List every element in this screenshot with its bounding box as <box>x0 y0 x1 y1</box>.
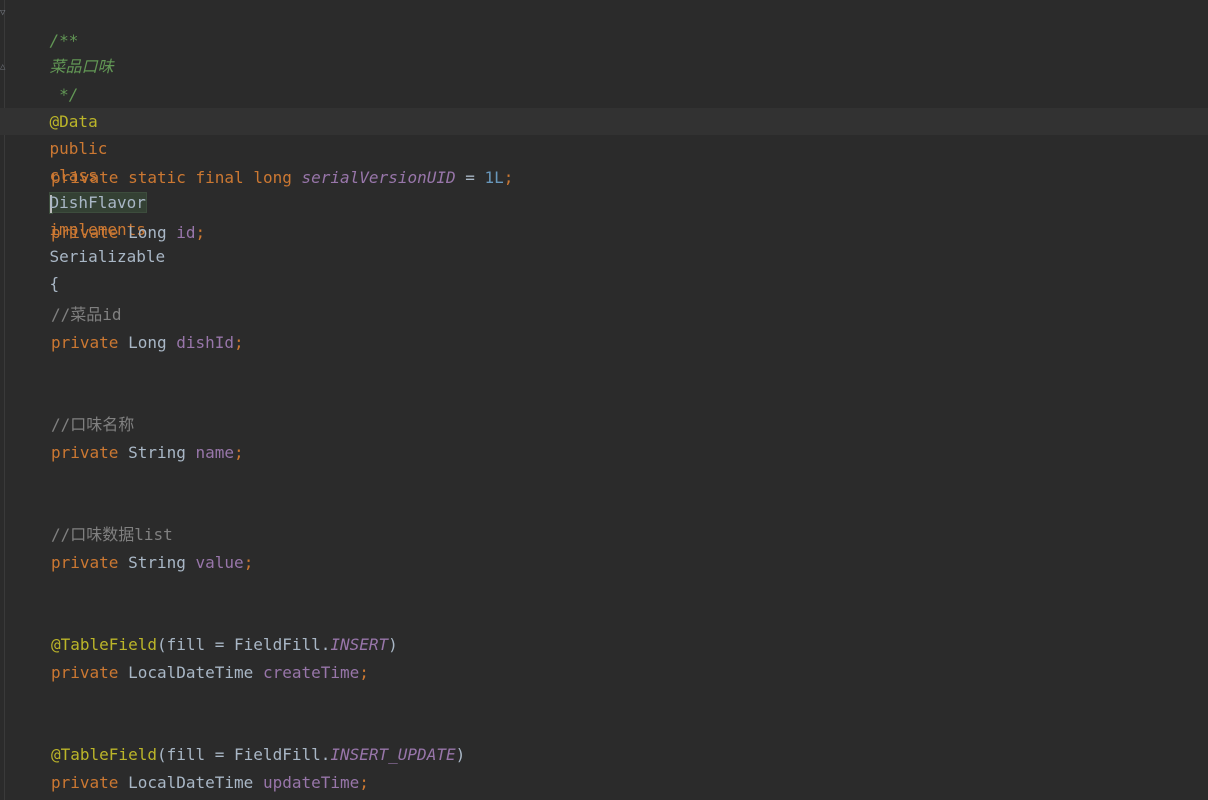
table-field-annotation: @TableField(fill = FieldFill.INSERT_UPDA… <box>11 741 465 768</box>
field-name: name <box>195 443 235 462</box>
field-declaration: private String name; <box>11 439 244 466</box>
keyword-private: private <box>51 168 119 187</box>
doc-comment-open: /** <box>11 0 79 50</box>
annotation-line: @Data <box>11 81 98 131</box>
close-paren: ) <box>388 635 398 654</box>
field-name: dishId <box>176 333 235 352</box>
line-comment: //口味数据list <box>11 521 173 548</box>
field-name: serialVersionUID <box>301 168 456 187</box>
semicolon: ; <box>243 553 254 572</box>
doc-comment-line: 菜品口味 <box>11 26 114 76</box>
semicolon: ; <box>195 223 206 242</box>
type-long: long <box>253 168 292 187</box>
class-name-text: DishFlavor <box>49 193 146 212</box>
doc-comment-close: */ <box>11 54 78 104</box>
class-name[interactable]: DishFlavor <box>48 192 147 213</box>
fold-marker-icon[interactable]: △ <box>0 62 9 72</box>
keyword-static: static <box>128 168 186 187</box>
annotation-name: @TableField <box>51 745 157 764</box>
field-declaration: private LocalDateTime createTime; <box>11 659 369 686</box>
field-type: String <box>128 553 186 572</box>
keyword-private: private <box>51 333 119 352</box>
enum-constant: INSERT <box>330 635 389 654</box>
field-type: Long <box>128 223 167 242</box>
keyword-private: private <box>51 443 119 462</box>
semicolon: ; <box>359 663 369 682</box>
class-declaration: public class DishFlavor implements Seria… <box>11 108 165 293</box>
number-literal: 1L <box>484 168 504 187</box>
field-name: value <box>195 553 244 572</box>
field-name: updateTime <box>262 773 360 792</box>
enum-constant: INSERT_UPDATE <box>330 745 456 764</box>
keyword-public: public <box>49 139 108 158</box>
field-name: createTime <box>262 663 360 682</box>
close-paren: ) <box>455 745 466 764</box>
field-declaration: private Long dishId; <box>11 329 244 356</box>
line-comment: //菜品id <box>11 301 122 328</box>
interface-name: Serializable <box>49 247 166 266</box>
keyword-private: private <box>51 553 119 572</box>
code-editor[interactable]: ▽ △ /** 菜品口味 */ @Data public class DishF… <box>0 0 1208 800</box>
fold-marker-icon[interactable]: ▽ <box>0 8 9 18</box>
semicolon: ; <box>234 443 244 462</box>
semicolon: ; <box>234 333 244 352</box>
table-field-annotation: @TableField(fill = FieldFill.INSERT) <box>11 631 398 658</box>
field-type: Long <box>128 333 167 352</box>
comment-text: //口味名称 <box>51 415 135 434</box>
serial-version-field: private static final long serialVersionU… <box>11 164 513 191</box>
field-declaration: private Long id; <box>11 219 205 246</box>
annotation-args: (fill = FieldFill. <box>156 635 331 654</box>
open-brace: { <box>49 274 60 293</box>
keyword-private: private <box>51 663 119 682</box>
comment-text: //菜品id <box>51 305 122 324</box>
keyword-private: private <box>51 773 119 792</box>
semicolon: ; <box>359 773 369 792</box>
field-declaration: private String value; <box>11 549 253 576</box>
annotation-args: (fill = FieldFill. <box>156 745 331 764</box>
field-type: String <box>128 443 186 462</box>
field-type: LocalDateTime <box>128 663 254 682</box>
field-name: id <box>176 223 196 242</box>
field-declaration: private LocalDateTime updateTime; <box>11 769 369 796</box>
assign-op: = <box>455 168 485 187</box>
line-comment: //口味名称 <box>11 411 134 438</box>
field-type: LocalDateTime <box>128 773 254 792</box>
keyword-final: final <box>195 168 244 187</box>
keyword-private: private <box>51 223 119 242</box>
current-line-highlight <box>0 108 1208 135</box>
annotation-name: @TableField <box>51 635 157 654</box>
comment-text: //口味数据list <box>51 525 173 544</box>
semicolon: ; <box>503 168 514 187</box>
